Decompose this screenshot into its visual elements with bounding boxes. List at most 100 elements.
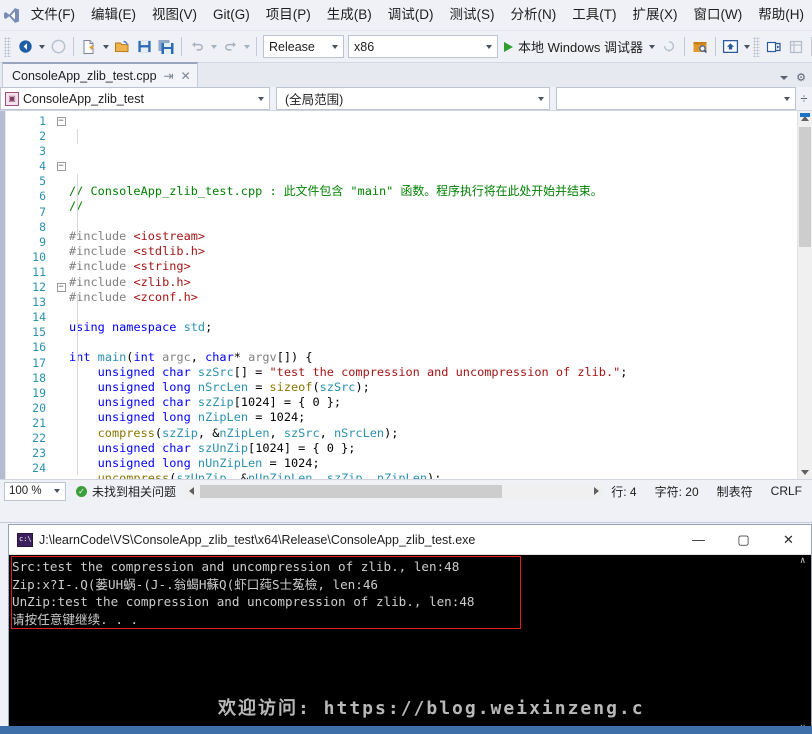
navigate-backward-icon[interactable]: [14, 35, 36, 58]
scroll-right-icon[interactable]: [589, 484, 603, 499]
outline-marker[interactable]: [53, 265, 69, 280]
outline-marker[interactable]: [53, 189, 69, 204]
zoom-level-dropdown[interactable]: 100 %: [4, 481, 66, 501]
outline-marker[interactable]: [53, 386, 69, 401]
close-button[interactable]: ✕: [766, 525, 811, 554]
menu-item-edit[interactable]: 编辑(E): [83, 4, 144, 27]
search-tool-icon[interactable]: [689, 35, 711, 58]
menu-item-build[interactable]: 生成(B): [319, 4, 380, 27]
editor-vertical-scrollbar[interactable]: [797, 111, 812, 479]
outline-marker[interactable]: [53, 416, 69, 431]
new-project-icon[interactable]: [78, 35, 100, 58]
caret-column-indicator: 字符: 20: [654, 484, 699, 499]
outline-marker[interactable]: [53, 174, 69, 189]
menu-item-git[interactable]: Git(G): [205, 4, 258, 27]
outline-marker[interactable]: [53, 129, 69, 144]
code-line: //: [69, 199, 797, 214]
redo-dropdown-icon[interactable]: [241, 35, 252, 58]
pin-icon[interactable]: ⇥: [164, 69, 174, 83]
solution-configuration-dropdown[interactable]: Release: [263, 35, 344, 58]
code-line: #include <iostream>: [69, 229, 206, 244]
console-title-bar[interactable]: c:\ J:\learnCode\VS\ConsoleApp_zlib_test…: [9, 525, 811, 555]
close-icon[interactable]: ✕: [181, 69, 191, 83]
save-icon[interactable]: [133, 35, 155, 58]
code-line: unsigned char szUnZip[1024] = { 0 };: [97, 440, 356, 455]
menu-item-file[interactable]: 文件(F): [23, 4, 83, 27]
menu-item-window[interactable]: 窗口(W): [686, 4, 751, 27]
outline-marker[interactable]: [53, 295, 69, 310]
redo-icon[interactable]: [219, 35, 241, 58]
toolbar-grip[interactable]: [4, 36, 11, 57]
editor-horizontal-scrollbar[interactable]: [184, 483, 604, 499]
outline-marker[interactable]: [53, 401, 69, 416]
menu-item-help[interactable]: 帮助(H): [750, 4, 812, 27]
console-output-area[interactable]: Src:test the compression and uncompressi…: [9, 555, 811, 734]
outline-marker[interactable]: −: [53, 159, 69, 174]
tab-consoleapp-zlib-test-cpp[interactable]: ConsoleApp_zlib_test.cpp ⇥ ✕: [2, 62, 198, 87]
outline-marker[interactable]: [53, 325, 69, 340]
line-number: 17: [32, 355, 46, 370]
code-editor[interactable]: 1 2 3 4 5 6 7 8 9 10 11 12 13 14 15 16 17 18 19 20 21 22 23 24 …: [0, 111, 812, 479]
scroll-up-icon[interactable]: ∧: [800, 556, 805, 566]
gear-icon[interactable]: ⚙: [796, 71, 806, 84]
navbar-project-dropdown[interactable]: ▣ ConsoleApp_zlib_test: [0, 87, 270, 110]
outline-marker[interactable]: [53, 235, 69, 250]
editor-outlining-margin[interactable]: − − −: [53, 111, 69, 479]
undo-icon[interactable]: [186, 35, 208, 58]
console-window[interactable]: c:\ J:\learnCode\VS\ConsoleApp_zlib_test…: [8, 524, 812, 734]
outline-marker[interactable]: [53, 250, 69, 265]
maximize-button[interactable]: ▢: [721, 525, 766, 554]
line-number: 15: [32, 325, 46, 340]
window-layout-dropdown-icon[interactable]: [742, 35, 753, 58]
bottom-taskbar-strip: [0, 726, 812, 734]
plus-icon[interactable]: ÷: [796, 88, 812, 109]
outline-marker[interactable]: [53, 144, 69, 159]
console-scrollbar[interactable]: ∧ ∨: [797, 555, 811, 734]
outline-marker[interactable]: [53, 205, 69, 220]
scroll-left-icon[interactable]: [184, 484, 198, 499]
outline-marker[interactable]: [53, 340, 69, 355]
scroll-up-icon[interactable]: [798, 111, 812, 125]
hot-reload-icon[interactable]: [658, 35, 680, 58]
navbar-member-dropdown[interactable]: [556, 87, 796, 110]
save-all-icon[interactable]: [155, 35, 177, 58]
code-line: #include <string>: [69, 259, 191, 274]
outline-marker[interactable]: [53, 371, 69, 386]
outline-marker[interactable]: [53, 461, 69, 476]
outline-marker[interactable]: [53, 356, 69, 371]
outline-marker[interactable]: −: [53, 280, 69, 295]
scroll-down-icon[interactable]: [798, 465, 812, 479]
properties-icon[interactable]: [785, 35, 807, 58]
navigate-backward-dropdown-icon[interactable]: [36, 35, 47, 58]
navigate-forward-icon[interactable]: [47, 35, 69, 58]
new-project-dropdown-icon[interactable]: [100, 35, 111, 58]
menu-item-tools[interactable]: 工具(T): [564, 4, 624, 27]
editor-code-area[interactable]: // ConsoleApp_zlib_test.cpp : 此文件包含 "mai…: [69, 111, 797, 479]
start-debugging-button[interactable]: 本地 Windows 调试器: [500, 35, 647, 58]
menu-item-test[interactable]: 测试(S): [442, 4, 503, 27]
chevron-down-icon[interactable]: [780, 75, 789, 80]
outline-marker[interactable]: [53, 431, 69, 446]
window-layout-icon[interactable]: [720, 35, 742, 58]
scrollbar-thumb[interactable]: [799, 127, 811, 247]
solution-platform-dropdown[interactable]: x86: [348, 35, 498, 58]
open-file-icon[interactable]: [111, 35, 133, 58]
navbar-scope-dropdown[interactable]: (全局范围): [276, 87, 550, 110]
menu-item-project[interactable]: 项目(P): [258, 4, 319, 27]
start-debugging-dropdown-icon[interactable]: [647, 35, 658, 58]
outline-marker[interactable]: [53, 310, 69, 325]
line-number: 2: [39, 129, 46, 144]
minimize-button[interactable]: —: [676, 525, 721, 554]
menu-item-debug[interactable]: 调试(D): [380, 4, 442, 27]
menu-item-extensions[interactable]: 扩展(X): [625, 4, 686, 27]
toolbox-icon[interactable]: [763, 35, 785, 58]
outline-marker[interactable]: [53, 220, 69, 235]
menu-item-view[interactable]: 视图(V): [144, 4, 205, 27]
outline-marker[interactable]: [53, 446, 69, 461]
menu-item-analyze[interactable]: 分析(N): [503, 4, 565, 27]
outline-marker[interactable]: −: [53, 114, 69, 129]
navbar-project-value: ConsoleApp_zlib_test: [23, 91, 144, 106]
toolbar-grip-2[interactable]: [752, 36, 760, 57]
undo-dropdown-icon[interactable]: [208, 35, 219, 58]
hscrollbar-thumb[interactable]: [200, 484, 503, 498]
